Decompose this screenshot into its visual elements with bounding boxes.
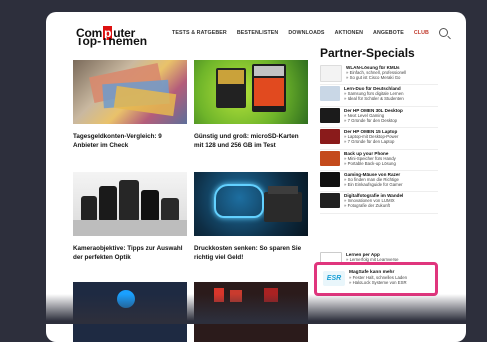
esr-logo: ESR xyxy=(323,271,345,286)
partner-item-line: » So gut ist Cisco Meraki Go xyxy=(346,75,401,80)
partner-specials-list: WLAN-Lösung für KMUs » Einfach, schnell,… xyxy=(320,64,438,273)
partner-thumbnail xyxy=(320,107,340,123)
partner-item-line: » Portable Back-up Lösung xyxy=(344,160,396,166)
search-icon[interactable] xyxy=(439,28,448,37)
partner-thumbnail xyxy=(320,86,340,102)
partner-item-line: » Ideal für Schüler & Studenten xyxy=(344,96,404,102)
partner-item[interactable]: Digitalfotografie im Wandel » Innovation… xyxy=(320,192,438,214)
article-card[interactable]: Günstig und groß: microSD-Karten mit 128… xyxy=(194,60,308,150)
partner-item-line: » 7 Gründe für den Desktop xyxy=(344,117,398,123)
partner-item-line: » HaloLock Systeme von ESR xyxy=(349,280,407,285)
logo-box: p xyxy=(103,26,113,40)
partner-thumbnail xyxy=(320,150,340,166)
partner-item[interactable]: Lern-Duo für Deutschland » Samsung fürs … xyxy=(320,85,438,107)
nav-bestenlisten[interactable]: BESTENLISTEN xyxy=(237,30,279,36)
article-title: Günstig und groß: microSD-Karten mit 128… xyxy=(194,133,299,149)
partner-item-line: » 7 Gründe für den Laptop xyxy=(344,139,395,145)
partner-item-line: » Fotografie der Zukunft xyxy=(344,203,390,209)
partner-specials-title: Partner-Specials xyxy=(320,46,415,60)
nav-angebote[interactable]: ANGEBOTE xyxy=(373,30,404,36)
partner-item-line: » Lernerfolg mit Learnverse xyxy=(346,256,399,262)
partner-item[interactable]: WLAN-Lösung für KMUs » Einfach, schnell,… xyxy=(320,64,438,86)
nav-aktionen[interactable]: AKTIONEN xyxy=(335,30,363,36)
partner-item[interactable]: Der HP OMEN 30L Desktop » Next Level Gam… xyxy=(320,107,438,129)
browser-page: Com p uter TESTS & RATGEBER BESTENLISTEN D… xyxy=(46,12,466,342)
partner-thumbnail xyxy=(320,171,340,187)
article-title: Kameraobjektive: Tipps zur Auswahl der p… xyxy=(73,245,183,261)
article-title: Tagesgeldkonten-Vergleich: 9 Anbieter im… xyxy=(73,133,162,149)
article-card[interactable]: Kameraobjektive: Tipps zur Auswahl der p… xyxy=(73,172,187,262)
nav-club[interactable]: CLUB xyxy=(414,30,429,36)
nav-downloads[interactable]: DOWNLOADS xyxy=(288,30,324,36)
printer-image xyxy=(194,172,308,236)
partner-item-title: Back up your Phone xyxy=(344,150,389,156)
partner-item[interactable]: Gaming-Mäuse von Razer » So finden man d… xyxy=(320,171,438,193)
main-nav: TESTS & RATGEBER BESTENLISTEN DOWNLOADS … xyxy=(172,28,448,37)
partner-thumbnail xyxy=(320,129,340,145)
microsd-image xyxy=(194,60,308,124)
partner-thumbnail xyxy=(320,193,340,209)
nav-tests[interactable]: TESTS & RATGEBER xyxy=(172,30,227,36)
article-card[interactable]: Tagesgeldkonten-Vergleich: 9 Anbieter im… xyxy=(73,60,187,150)
partner-thumbnail xyxy=(320,65,342,82)
site-logo[interactable]: Com p uter xyxy=(76,26,135,40)
partner-item[interactable]: Back up your Phone » Mini-Speicher fürs … xyxy=(320,150,438,171)
partner-item[interactable]: Der HP OMEN 15 Laptop » Laptop-mit Deskt… xyxy=(320,128,438,150)
highlighted-partner-item[interactable]: ESR MagSafe kann mehr » Fester Halt, sch… xyxy=(314,262,438,296)
bottom-shade xyxy=(0,294,487,324)
partner-item-line: » Ein Einkaufsguide für Gamer xyxy=(344,181,403,187)
partner-item-line: » Mini-Speicher fürs Handy xyxy=(344,155,396,161)
article-card[interactable]: Druckkosten senken: So sparen Sie richti… xyxy=(194,172,308,262)
article-title: Druckkosten senken: So sparen Sie richti… xyxy=(194,245,302,261)
lenses-image xyxy=(73,172,187,236)
money-image xyxy=(73,60,187,124)
